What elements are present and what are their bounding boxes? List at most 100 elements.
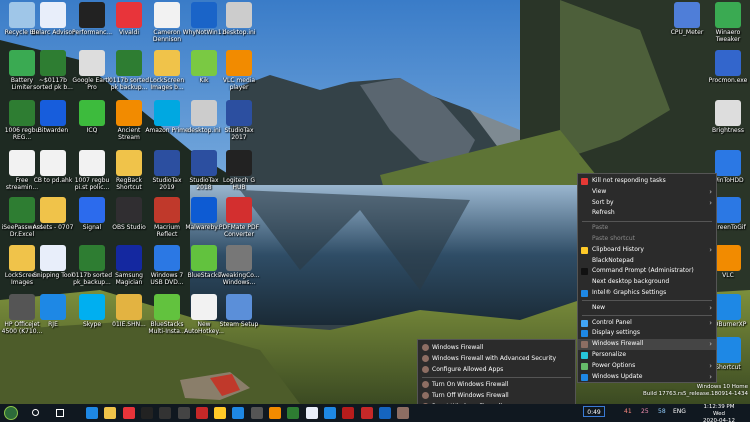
menu-separator xyxy=(422,376,571,378)
task-view-icon[interactable] xyxy=(56,409,64,417)
app-icon[interactable] xyxy=(287,407,300,419)
terminal-icon[interactable] xyxy=(159,407,172,419)
desktop-icon-label: Procmon.exe xyxy=(708,77,748,84)
performance-icon xyxy=(79,2,105,28)
context-menu-item[interactable]: Refresh xyxy=(578,208,716,219)
firewall-icon xyxy=(422,344,429,351)
desktop-icon[interactable]: Brightness xyxy=(706,98,750,145)
app-icon xyxy=(715,294,741,320)
context-menu-item[interactable]: BlackNotepad xyxy=(578,256,716,267)
context-menu-label: Command Prompt (Administrator) xyxy=(592,267,694,275)
menu-separator xyxy=(582,315,712,317)
submenu-item[interactable]: Configure Allowed Apps xyxy=(418,364,575,375)
context-menu-item[interactable]: Intel® Graphics Settings xyxy=(578,288,716,299)
app-icon xyxy=(715,150,741,176)
gear-icon xyxy=(715,100,741,126)
desktop-icon[interactable]: Assets - 0707 xyxy=(31,195,75,242)
start-button[interactable] xyxy=(4,406,18,420)
app-icon[interactable] xyxy=(360,407,373,419)
firewall-icon[interactable] xyxy=(397,407,410,419)
submenu-item[interactable]: Turn On Windows Firewall xyxy=(418,379,575,390)
context-menu-item[interactable]: Clipboard History › xyxy=(578,245,716,256)
context-menu-item[interactable]: Windows Update › xyxy=(578,372,716,383)
desktop-icon[interactable]: Snipping Tool xyxy=(31,243,75,290)
context-menu-label: Personalize xyxy=(592,350,627,358)
vlc-icon xyxy=(116,100,142,126)
context-menu-item[interactable]: Power Options › xyxy=(578,361,716,372)
context-menu-item[interactable]: Next desktop background xyxy=(578,277,716,288)
desktop-icon[interactable]: Bitwarden xyxy=(31,98,75,145)
firewall-icon xyxy=(422,355,429,362)
submenu-label: Configure Allowed Apps xyxy=(432,366,504,373)
cmd-icon[interactable] xyxy=(140,407,153,419)
desktop-icon[interactable]: Logitech G HUB xyxy=(217,148,261,195)
submenu-label: Turn On Windows Firewall xyxy=(432,381,509,388)
taskbar-timer[interactable]: 0:49 xyxy=(583,406,605,417)
context-menu-item[interactable]: Sort by › xyxy=(578,198,716,209)
folder-icon xyxy=(116,150,142,176)
clock-icon[interactable] xyxy=(250,407,263,419)
file-explorer-icon[interactable] xyxy=(104,407,117,419)
desktop-icon[interactable]: Steam Setup xyxy=(217,292,261,339)
tray-count-2[interactable]: 25 xyxy=(641,406,649,417)
submenu-item[interactable]: Windows Firewall xyxy=(418,342,575,353)
intel-icon xyxy=(581,289,588,297)
desktop-icon[interactable]: CPU_Meter xyxy=(665,0,709,47)
mail-icon[interactable] xyxy=(86,407,98,419)
search-icon[interactable] xyxy=(32,409,39,416)
vlc-icon[interactable] xyxy=(269,407,281,419)
context-menu-item[interactable]: Kill not responding tasks xyxy=(578,176,716,187)
desktop-icon[interactable]: VLC media player xyxy=(217,48,261,95)
desktop-icon-label: Brightness xyxy=(712,127,744,134)
context-menu-item[interactable]: Command Prompt (Administrator) xyxy=(578,266,716,277)
belarc-icon xyxy=(40,2,66,28)
firewall-icon xyxy=(581,341,588,349)
context-menu-item[interactable]: Display settings xyxy=(578,328,716,339)
app-icon[interactable] xyxy=(342,407,355,419)
language-indicator[interactable]: ENG xyxy=(673,406,686,417)
app-icon[interactable] xyxy=(232,407,245,419)
studiotax-icon xyxy=(226,100,252,126)
app-icon[interactable] xyxy=(195,407,208,419)
chevron-right-icon: › xyxy=(709,340,712,349)
app-icon[interactable] xyxy=(378,407,391,419)
desktop-icon[interactable]: TweakingCo... Windows... xyxy=(217,243,261,290)
tray-count-3[interactable]: 58 xyxy=(658,406,666,417)
belarc-icon[interactable] xyxy=(305,407,318,419)
desktop-icon[interactable]: Winaero Tweaker xyxy=(706,0,750,47)
context-menu-label: Windows Firewall xyxy=(592,340,644,348)
desktop-icon[interactable]: ~$0117b sorted pk b... xyxy=(31,48,75,95)
context-menu-label: Kill not responding tasks xyxy=(592,177,666,184)
chevron-right-icon: › xyxy=(709,303,712,312)
context-menu-item[interactable]: Control Panel › xyxy=(578,318,716,329)
submenu-item[interactable]: Windows Firewall with Advanced Security xyxy=(418,353,575,364)
tray-count-1[interactable]: 41 xyxy=(624,406,632,417)
context-menu-item[interactable]: Windows Firewall › xyxy=(578,339,716,350)
scissors-icon xyxy=(40,245,66,271)
context-menu-item[interactable]: View › xyxy=(578,187,716,198)
context-menu-label: Control Panel xyxy=(592,318,632,326)
submenu-label: Windows Firewall with Advanced Security xyxy=(432,355,557,362)
calculator-icon[interactable] xyxy=(177,407,190,419)
vivaldi-icon[interactable] xyxy=(122,407,135,419)
desktop-icon[interactable]: CB to pd.ahk xyxy=(31,148,75,195)
desktop-icon[interactable]: desktop.ini xyxy=(217,0,261,47)
context-menu-item[interactable]: Personalize xyxy=(578,350,716,361)
procmon-icon xyxy=(715,50,741,76)
desktop-icon[interactable]: Procmon.exe xyxy=(706,48,750,95)
kill-task-icon xyxy=(581,178,588,185)
submenu-item[interactable]: Turn Off Windows Firewall xyxy=(418,390,575,401)
context-menu-item[interactable]: New › xyxy=(578,303,716,314)
desktop-icon-label: PDFMate PDF Converter xyxy=(218,224,260,238)
clock-day: Wed xyxy=(713,411,725,417)
desktop-icon-label: Winaero Tweaker xyxy=(715,29,741,43)
desktop-icon[interactable]: RJE xyxy=(31,292,75,339)
desktop-icon[interactable]: Belarc Advisor xyxy=(31,0,75,47)
winaero-icon xyxy=(715,2,741,28)
setup-icon xyxy=(226,294,252,320)
desktop-icon[interactable]: StudioTax 2017 xyxy=(217,98,261,145)
clipboard-icon[interactable] xyxy=(214,407,227,419)
app-icon[interactable] xyxy=(323,407,336,419)
desktop-icon[interactable]: PDFMate PDF Converter xyxy=(217,195,261,242)
app-icon xyxy=(40,294,66,320)
